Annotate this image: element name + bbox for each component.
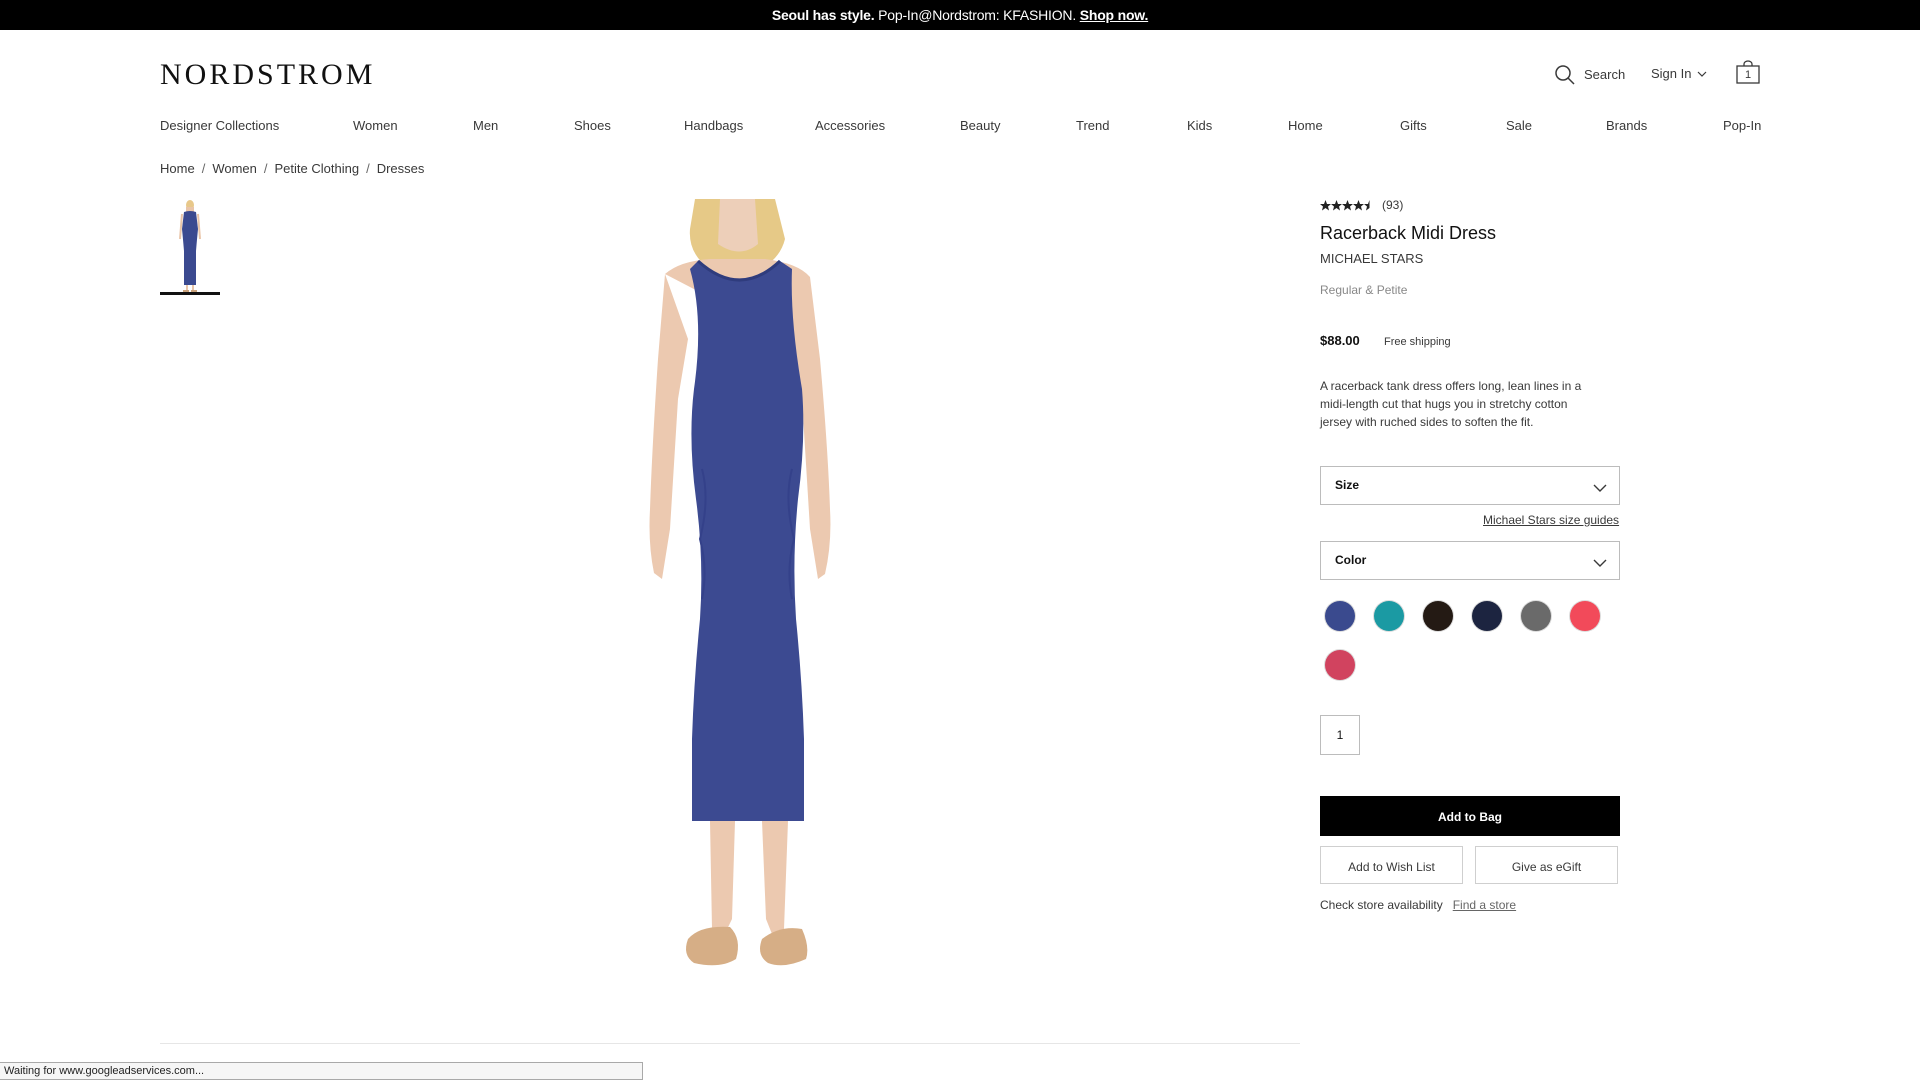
product-brand[interactable]: MICHAEL STARS: [1320, 251, 1423, 267]
nav-item-home[interactable]: Home: [1288, 116, 1323, 136]
color-swatch[interactable]: [1472, 601, 1502, 631]
color-swatch[interactable]: [1325, 601, 1355, 631]
product-title: Racerback Midi Dress: [1320, 223, 1497, 243]
product-thumbnail-image: [179, 200, 201, 293]
nordstrom-logo[interactable]: NORDSTROM: [160, 60, 375, 90]
review-count: (93): [1382, 198, 1404, 212]
nav-item-beauty[interactable]: Beauty: [960, 116, 1000, 136]
store-availability: Check store availability Find a store: [1320, 897, 1516, 913]
chevron-down-icon: [1593, 554, 1607, 572]
breadcrumb-separator: /: [366, 161, 370, 176]
size-guide-link[interactable]: Michael Stars size guides: [1483, 512, 1619, 528]
breadcrumb-separator: /: [263, 161, 268, 176]
color-dropdown[interactable]: Color: [1320, 541, 1620, 580]
product-price: $88.00: [1320, 333, 1360, 348]
nav-item-sale[interactable]: Sale: [1506, 116, 1532, 136]
bag-count-badge: 1: [1744, 69, 1752, 81]
product-image-illustration: [649, 199, 831, 966]
breadcrumb-women[interactable]: Women: [212, 161, 257, 176]
section-divider: [160, 1043, 1300, 1044]
sign-in-label: Sign In: [1651, 66, 1692, 81]
chevron-down-icon: [1697, 71, 1707, 77]
promo-headline: Seoul has style.: [771, 7, 875, 23]
shipping-note: Free shipping: [1384, 336, 1451, 348]
nav-item-handbags[interactable]: Handbags: [684, 116, 743, 136]
nav-item-pop-in[interactable]: Pop-In: [1723, 116, 1761, 136]
color-swatch[interactable]: [1521, 601, 1551, 631]
shopping-bag-icon: 1: [1735, 60, 1761, 84]
nav-item-brands[interactable]: Brands: [1606, 116, 1647, 136]
nav-item-men[interactable]: Men: [473, 116, 498, 136]
product-main-image[interactable]: [570, 199, 930, 999]
breadcrumb-separator: /: [201, 161, 206, 176]
product-rating[interactable]: (93): [1320, 198, 1403, 212]
color-swatch[interactable]: [1374, 601, 1404, 631]
add-to-bag-button[interactable]: Add to Bag: [1320, 796, 1620, 836]
nav-item-women[interactable]: Women: [353, 116, 398, 136]
sign-in-button[interactable]: Sign In: [1651, 64, 1707, 84]
store-availability-text: Check store availability: [1320, 898, 1443, 912]
nav-item-kids[interactable]: Kids: [1187, 116, 1212, 136]
chevron-down-icon: [1593, 479, 1607, 497]
nav-item-gifts[interactable]: Gifts: [1400, 116, 1427, 136]
search-button[interactable]: Search: [1554, 64, 1625, 86]
nav-item-shoes[interactable]: Shoes: [574, 116, 611, 136]
shopping-bag-button[interactable]: 1: [1735, 60, 1761, 84]
thumbnail-selected-indicator: [160, 292, 220, 295]
color-dropdown-label: Color: [1335, 553, 1367, 567]
browser-status-bar: Waiting for www.googleadservices.com...: [0, 1062, 643, 1080]
main-nav: Designer Collections Women Men Shoes Han…: [160, 116, 1761, 136]
rating-stars-icon: [1320, 199, 1376, 211]
nav-item-designer-collections[interactable]: Designer Collections: [160, 116, 279, 136]
breadcrumb-dresses[interactable]: Dresses: [377, 161, 425, 176]
search-label: Search: [1584, 67, 1626, 82]
breadcrumb: Home / Women / Petite Clothing / Dresses: [160, 160, 424, 178]
search-icon: [1554, 64, 1576, 86]
product-description: A racerback tank dress offers long, lean…: [1320, 379, 1582, 429]
promo-banner: Seoul has style. Pop-In@Nordstrom: KFASH…: [0, 0, 1920, 30]
product-fit-options: Regular & Petite: [1320, 283, 1408, 297]
color-swatch[interactable]: [1570, 601, 1600, 631]
nav-item-accessories[interactable]: Accessories: [815, 116, 885, 136]
nav-item-trend[interactable]: Trend: [1076, 116, 1109, 136]
color-swatch[interactable]: [1325, 650, 1355, 680]
promo-shop-now-link[interactable]: Shop now.: [1080, 7, 1149, 23]
breadcrumb-petite-clothing[interactable]: Petite Clothing: [275, 161, 360, 176]
size-dropdown-label: Size: [1335, 478, 1360, 492]
breadcrumb-home[interactable]: Home: [160, 161, 195, 176]
quantity-field[interactable]: 1: [1320, 715, 1360, 755]
give-as-egift-button[interactable]: Give as eGift: [1475, 846, 1618, 884]
size-dropdown[interactable]: Size: [1320, 466, 1620, 505]
promo-text: Pop-In@Nordstrom: KFASHION.: [874, 7, 1080, 23]
color-swatch[interactable]: [1423, 601, 1453, 631]
add-to-wish-list-button[interactable]: Add to Wish List: [1320, 846, 1463, 884]
product-thumbnail[interactable]: [160, 199, 220, 295]
find-a-store-link[interactable]: Find a store: [1453, 898, 1516, 912]
